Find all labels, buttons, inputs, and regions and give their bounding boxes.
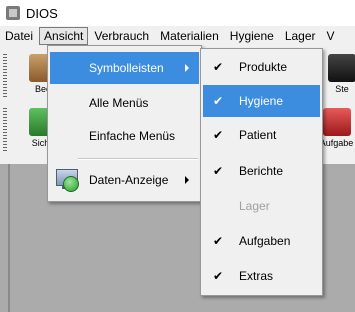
submenu-item-label: Patient: [239, 128, 277, 142]
submenu-arrow-icon: [185, 64, 189, 72]
menu-item-daten-anzeige[interactable]: Daten-Anzeige: [50, 164, 199, 196]
submenu-item-label: Berichte: [239, 164, 284, 178]
menu-more[interactable]: V: [322, 27, 340, 45]
tasks-icon: [322, 108, 351, 136]
menu-hygiene[interactable]: Hygiene: [225, 27, 279, 45]
title-bar: DIOS: [0, 0, 355, 26]
menu-ansicht[interactable]: Ansicht: [39, 27, 89, 45]
toolbar-button-label: Aufgabe: [319, 138, 354, 148]
menu-datei[interactable]: Datei: [0, 27, 38, 45]
submenu-item-extras[interactable]: ✔ Extras: [203, 260, 320, 292]
submenu-item-hygiene[interactable]: ✔ Hygiene: [203, 85, 320, 117]
submenu-item-berichte[interactable]: ✔ Berichte: [203, 155, 320, 187]
toolbar-grip[interactable]: [3, 54, 7, 98]
menu-verbrauch[interactable]: Verbrauch: [89, 27, 154, 45]
submenu-arrow-icon: [185, 176, 189, 184]
toolbar-button-aufgabe[interactable]: Aufgabe: [318, 104, 355, 156]
submenu-item-aufgaben[interactable]: ✔ Aufgaben: [203, 225, 320, 257]
check-icon: ✔: [213, 128, 224, 142]
menu-lager[interactable]: Lager: [280, 27, 321, 45]
dios-app-icon[interactable]: [6, 6, 20, 20]
menu-separator: [78, 158, 198, 160]
checkmark-icon: [328, 54, 355, 82]
menu-item-label: Daten-Anzeige: [89, 173, 169, 187]
menu-materialien[interactable]: Materialien: [155, 27, 224, 45]
check-icon: ✔: [213, 164, 224, 178]
window-title: DIOS: [26, 5, 58, 21]
data-display-icon: [56, 169, 79, 192]
menu-item-symbolleisten[interactable]: Symbolleisten: [50, 52, 199, 84]
menu-bar: Datei Ansicht Verbrauch Materialien Hygi…: [0, 26, 355, 46]
menu-item-label: Einfache Menüs: [89, 129, 176, 143]
menu-item-label: Alle Menüs: [89, 96, 149, 110]
submenu-item-produkte[interactable]: ✔ Produkte: [203, 51, 320, 83]
check-icon: ✔: [213, 234, 224, 248]
menu-item-label: Symbolleisten: [89, 61, 164, 75]
menu-item-einfache-menus[interactable]: Einfache Menüs: [50, 120, 199, 152]
submenu-item-label: Produkte: [239, 60, 288, 74]
submenu-item-label: Aufgaben: [239, 234, 291, 248]
symbolleisten-submenu: ✔ Produkte ✔ Hygiene ✔ Patient ✔ Bericht…: [200, 48, 323, 296]
menu-item-alle-menus[interactable]: Alle Menüs: [50, 87, 199, 119]
submenu-item-lager: Lager: [203, 190, 320, 222]
submenu-item-patient[interactable]: ✔ Patient: [203, 119, 320, 151]
submenu-item-label: Hygiene: [239, 94, 284, 108]
submenu-item-label: Extras: [239, 269, 274, 283]
toolbar-grip[interactable]: [3, 108, 7, 152]
toolbar-button-ste[interactable]: Ste: [322, 50, 355, 102]
check-icon: ✔: [213, 60, 224, 74]
workspace-divider: [8, 164, 10, 312]
check-icon: ✔: [213, 94, 224, 108]
ansicht-dropdown: Symbolleisten Alle Menüs Einfache Menüs …: [47, 45, 202, 202]
check-icon: ✔: [213, 269, 224, 283]
submenu-item-label: Lager: [239, 199, 270, 213]
toolbar-button-label: Ste: [335, 84, 349, 94]
